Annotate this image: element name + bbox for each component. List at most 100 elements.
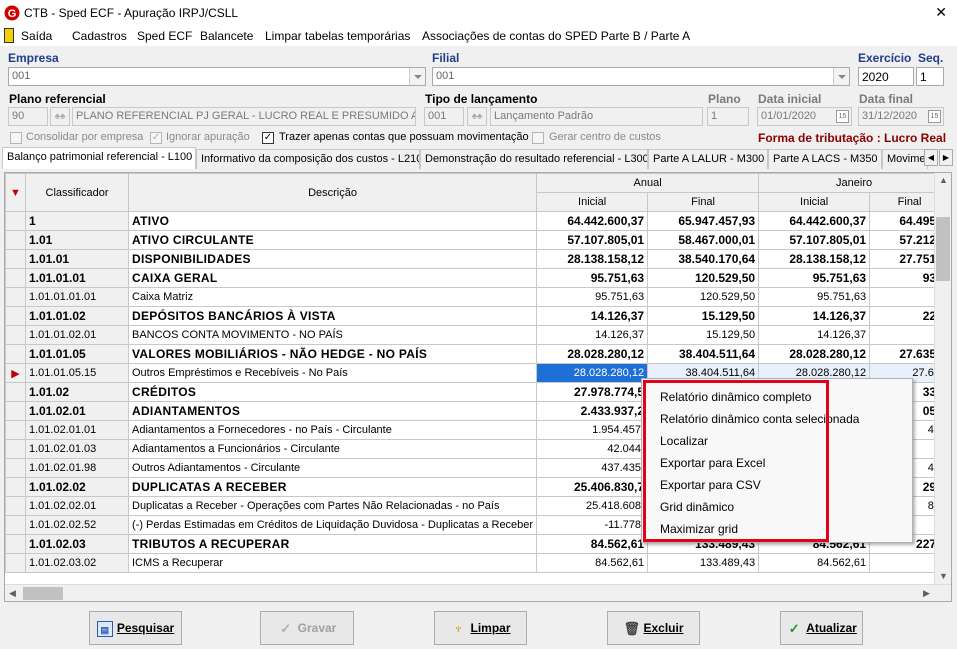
tab-m300[interactable]: Parte A LALUR - M300 (648, 149, 768, 169)
table-row[interactable]: 1.01.01.02 DEPÓSITOS BANCÁRIOS À VISTA 14.… (5, 306, 951, 326)
row-classificador[interactable]: 1.01.01.05.15 (25, 363, 129, 383)
row-descricao[interactable]: Adiantamentos a Funcionários - Circulant… (127, 439, 538, 459)
row-descricao[interactable]: Outros Empréstimos e Recebíveis - No Paí… (127, 363, 538, 383)
row-anual-inicial[interactable]: -11.778, (536, 515, 649, 535)
row-anual-inicial[interactable]: 84.562,61 (536, 534, 649, 554)
scroll-right-icon[interactable]: ▶ (923, 588, 930, 599)
scroll-up-icon[interactable]: ▲ (939, 175, 948, 185)
row-descricao[interactable]: CAIXA GERAL (127, 268, 538, 288)
menu-sped-ecf[interactable]: Sped ECF (137, 29, 192, 43)
row-classificador[interactable]: 1.01.01.05 (25, 344, 129, 364)
row-classificador[interactable]: 1.01.02.01.03 (25, 439, 129, 459)
sort-indicator-icon[interactable]: ▼ (5, 173, 26, 212)
row-classificador[interactable]: 1.01.01.02.01 (25, 325, 129, 345)
row-anual-final[interactable]: 38.404.511,64 (647, 344, 760, 364)
row-descricao[interactable]: BANCOS CONTA MOVIMENTO - NO PAÍS (127, 325, 538, 345)
exercicio-field[interactable]: 2020 (858, 67, 914, 86)
row-anual-inicial[interactable]: 28.138.158,12 (536, 249, 649, 269)
table-row[interactable]: 1.01.01.01 CAIXA GERAL 95.751,63 120.529,50… (5, 268, 951, 288)
row-anual-inicial[interactable]: 25.406.830,7 (536, 477, 649, 497)
tab-scroll-right-icon[interactable]: ▶ (939, 149, 953, 166)
table-row[interactable]: 1 ATIVO 64.442.600,37 65.947.457,93 64.442.6… (5, 211, 951, 231)
row-anual-inicial[interactable]: 64.442.600,37 (536, 211, 649, 231)
row-classificador[interactable]: 1.01.02.02 (25, 477, 129, 497)
row-anual-inicial[interactable]: 27.978.774,5 (536, 382, 649, 402)
table-row[interactable]: 1.01.01.02.01 BANCOS CONTA MOVIMENTO - NO… (5, 325, 951, 345)
row-descricao[interactable]: ADIANTAMENTOS (127, 401, 538, 421)
menu-limpar-tabelas[interactable]: Limpar tabelas temporárias (265, 29, 410, 43)
pesquisar-button[interactable]: ▤ Pesquisar (89, 611, 182, 645)
excluir-button[interactable]: 🗑 Excluir (607, 611, 700, 645)
row-anual-final[interactable]: 120.529,50 (647, 287, 760, 307)
horizontal-scroll-thumb[interactable] (23, 587, 63, 600)
tab-scroll-left-icon[interactable]: ◀ (924, 149, 938, 166)
row-descricao[interactable]: VALORES MOBILIÁRIOS - NÃO HEDGE - NO PAÍ… (127, 344, 538, 364)
row-anual-inicial[interactable]: 57.107.805,01 (536, 230, 649, 250)
row-descricao[interactable]: DEPÓSITOS BANCÁRIOS À VISTA (127, 306, 538, 326)
row-descricao[interactable]: Duplicatas a Receber - Operações com Par… (127, 496, 538, 516)
row-janeiro-inicial[interactable]: 95.751,63 (758, 287, 871, 307)
header-classificador[interactable]: Classificador (25, 173, 129, 212)
header-anual-final[interactable]: Final (647, 192, 760, 212)
row-janeiro-inicial[interactable]: 57.107.805,01 (758, 230, 871, 250)
row-anual-inicial[interactable]: 95.751,63 (536, 268, 649, 288)
row-anual-inicial[interactable]: 95.751,63 (536, 287, 649, 307)
row-classificador[interactable]: 1.01.02.02.52 (25, 515, 129, 535)
menu-saida[interactable]: Saída (21, 29, 52, 43)
filial-combo[interactable]: 001 (432, 67, 850, 86)
tab-l300[interactable]: Demonstração do resultado referencial - … (420, 149, 648, 169)
row-janeiro-inicial[interactable]: 84.562,61 (758, 553, 871, 573)
tab-l210[interactable]: Informativo da composição dos custos - L… (196, 149, 420, 169)
limpar-button[interactable]: ♆ Limpar (434, 611, 527, 645)
atualizar-button[interactable]: ✓ Atualizar (780, 611, 863, 645)
row-descricao[interactable]: (-) Perdas Estimadas em Créditos de Liqu… (127, 515, 538, 535)
row-janeiro-inicial[interactable]: 14.126,37 (758, 325, 871, 345)
row-janeiro-inicial[interactable]: 28.028.280,12 (758, 344, 871, 364)
table-row[interactable]: 1.01 ATIVO CIRCULANTE 57.107.805,01 58.467.… (5, 230, 951, 250)
row-anual-inicial[interactable]: 84.562,61 (536, 553, 649, 573)
row-classificador[interactable]: 1.01.02.01.98 (25, 458, 129, 478)
row-descricao[interactable]: TRIBUTOS A RECUPERAR (127, 534, 538, 554)
row-anual-inicial[interactable]: 2.433.937,2 (536, 401, 649, 421)
row-classificador[interactable]: 1.01.01.01 (25, 268, 129, 288)
row-anual-final[interactable]: 38.540.170,64 (647, 249, 760, 269)
row-anual-inicial[interactable]: 14.126,37 (536, 306, 649, 326)
row-classificador[interactable]: 1.01.01 (25, 249, 129, 269)
close-icon[interactable]: ✕ (935, 4, 947, 21)
row-anual-inicial[interactable]: 1.954.457, (536, 420, 649, 440)
trazer-checkbox[interactable]: ✓ (262, 132, 274, 144)
row-janeiro-inicial[interactable]: 28.138.158,12 (758, 249, 871, 269)
row-descricao[interactable]: ICMS a Recuperar (127, 553, 538, 573)
row-anual-inicial[interactable]: 28.028.280,12 (536, 363, 649, 383)
row-descricao[interactable]: Caixa Matriz (127, 287, 538, 307)
chevron-down-icon[interactable] (409, 68, 425, 85)
row-classificador[interactable]: 1.01.02.02.01 (25, 496, 129, 516)
chevron-down-icon[interactable] (833, 68, 849, 85)
row-janeiro-inicial[interactable]: 14.126,37 (758, 306, 871, 326)
row-classificador[interactable]: 1.01.02.03 (25, 534, 129, 554)
row-janeiro-inicial[interactable]: 64.442.600,37 (758, 211, 871, 231)
menu-balancete[interactable]: Balancete (200, 29, 253, 43)
row-anual-inicial[interactable]: 437.435, (536, 458, 649, 478)
row-classificador[interactable]: 1.01.02.03.02 (25, 553, 129, 573)
menu-cadastros[interactable]: Cadastros (72, 29, 127, 43)
menu-associacoes[interactable]: Associações de contas do SPED Parte B / … (422, 29, 690, 43)
table-row[interactable]: 1.01.01 DISPONIBILIDADES 28.138.158,12 38.5… (5, 249, 951, 269)
row-classificador[interactable]: 1 (25, 211, 129, 231)
row-classificador[interactable]: 1.01 (25, 230, 129, 250)
row-descricao[interactable]: Outros Adiantamentos - Circulante (127, 458, 538, 478)
row-descricao[interactable]: DUPLICATAS A RECEBER (127, 477, 538, 497)
row-classificador[interactable]: 1.01.02.01 (25, 401, 129, 421)
row-anual-inicial[interactable]: 42.044, (536, 439, 649, 459)
row-anual-final[interactable]: 15.129,50 (647, 306, 760, 326)
row-anual-final[interactable]: 120.529,50 (647, 268, 760, 288)
row-anual-final[interactable]: 133.489,43 (647, 553, 760, 573)
row-anual-inicial[interactable]: 14.126,37 (536, 325, 649, 345)
row-anual-inicial[interactable]: 25.418.608, (536, 496, 649, 516)
row-anual-final[interactable]: 15.129,50 (647, 325, 760, 345)
row-classificador[interactable]: 1.01.01.02 (25, 306, 129, 326)
row-anual-final[interactable]: 58.467.000,01 (647, 230, 760, 250)
header-descricao[interactable]: Descrição (127, 173, 538, 212)
row-anual-final[interactable]: 65.947.457,93 (647, 211, 760, 231)
row-descricao[interactable]: ATIVO (127, 211, 538, 231)
